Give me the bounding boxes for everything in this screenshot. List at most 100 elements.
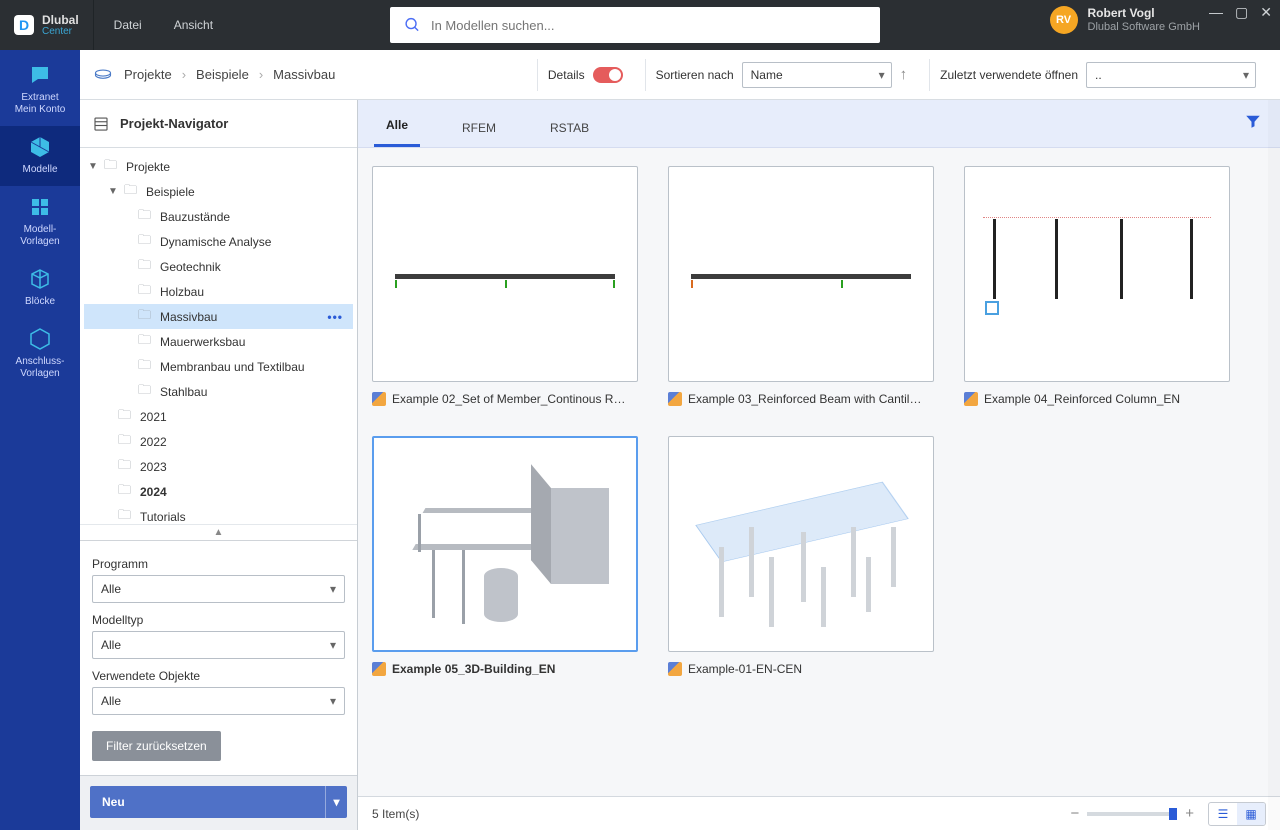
user-box[interactable]: RV Robert Vogl Dlubal Software GmbH [1050,6,1201,34]
connection-icon [24,326,56,352]
model-card[interactable]: Example 04_Reinforced Column_EN [964,166,1230,406]
model-cards-area[interactable]: Example 02_Set of Member_Continous Rein.… [358,148,1280,796]
navigator-icon [92,115,110,133]
details-toggle-section: Details [537,59,633,91]
menu-file[interactable]: Datei [114,18,142,32]
zoom-in-button[interactable]: + [1185,805,1194,822]
new-button-dropdown[interactable]: ▾ [325,786,347,818]
model-thumbnail [372,166,638,382]
tree-node-stahlbau[interactable]: 🗀Stahlbau [84,379,353,404]
tree-node-holzbau[interactable]: 🗀Holzbau [84,279,353,304]
project-tree[interactable]: ▼🗀Projekte ▼🗀Beispiele 🗀Bauzustände 🗀Dyn… [80,148,357,524]
crumb-projekte[interactable]: Projekte [124,67,172,82]
model-title: Example-01-EN-CEN [688,662,802,676]
model-icon [668,662,682,676]
reset-filters-button[interactable]: Filter zurücksetzen [92,731,221,761]
user-company: Dlubal Software GmbH [1088,20,1201,34]
chevron-right-icon: › [259,67,263,82]
menu-view[interactable]: Ansicht [174,18,213,32]
navigator-title: Projekt-Navigator [120,116,228,131]
tree-node-geotechnik[interactable]: 🗀Geotechnik [84,254,353,279]
minimize-icon[interactable]: — [1209,4,1223,21]
navigator-footer: Neu ▾ [80,775,357,830]
recent-dropdown[interactable]: .. [1086,62,1256,88]
details-toggle[interactable] [593,67,623,83]
filter-program-label: Programm [92,557,345,571]
tree-node-projekte[interactable]: ▼🗀Projekte [84,154,353,179]
model-icon [372,662,386,676]
model-card[interactable]: Example 03_Reinforced Beam with Cantilev… [668,166,934,406]
model-icon [668,392,682,406]
rail-model-templates[interactable]: Modell- Vorlagen [0,186,80,258]
rail-models[interactable]: Modelle [0,126,80,186]
tree-node-massivbau[interactable]: 🗀Massivbau••• [84,304,353,329]
templates-icon [24,194,56,220]
view-mode-toggle: ☰ ▦ [1208,802,1266,826]
chevron-right-icon: › [182,67,186,82]
tab-rstab[interactable]: RSTAB [538,121,601,147]
tree-node-beispiele[interactable]: ▼🗀Beispiele [84,179,353,204]
toolbar: Projekte › Beispiele › Massivbau Details… [80,50,1280,100]
filter-modeltype-select[interactable]: Alle [92,631,345,659]
avatar: RV [1050,6,1078,34]
tree-node-membranbau[interactable]: 🗀Membranbau und Textilbau [84,354,353,379]
crumb-beispiele[interactable]: Beispiele [196,67,249,82]
model-card[interactable]: Example-01-EN-CEN [668,436,934,676]
rail-connection-templates[interactable]: Anschluss- Vorlagen [0,318,80,390]
titlebar: D Dlubal Center Datei Ansicht RV Robert … [0,0,1280,50]
recent-section: Zuletzt verwendete öffnen .. [929,59,1266,91]
model-icon [964,392,978,406]
rail-blocks[interactable]: Blöcke [0,258,80,318]
model-card[interactable]: Example 05_3D-Building_EN [372,436,638,676]
model-thumbnail [372,436,638,652]
tree-node-2024[interactable]: 🗀2024 [84,479,353,504]
maximize-icon[interactable]: ▢ [1235,4,1248,21]
dlubal-logo-icon: D [14,15,34,35]
project-navigator-panel: Projekt-Navigator ▼🗀Projekte ▼🗀Beispiele… [80,100,358,830]
view-list-button[interactable]: ☰ [1209,803,1237,825]
tree-node-bauzustaende[interactable]: 🗀Bauzustände [84,204,353,229]
navigator-header: Projekt-Navigator [80,100,357,148]
filter-objects-label: Verwendete Objekte [92,669,345,683]
filter-program-select[interactable]: Alle [92,575,345,603]
search-box[interactable] [390,7,880,43]
model-title: Example 05_3D-Building_EN [392,662,555,676]
details-label: Details [548,68,585,82]
sort-dropdown[interactable]: Name [742,62,892,88]
tree-collapse-button[interactable]: ▲ [80,524,357,540]
brand-main: Dlubal [42,14,79,26]
item-count: 5 Item(s) [372,807,419,821]
filters-panel: Programm Alle Modelltyp Alle Verwendete … [80,540,357,775]
main-menu: Datei Ansicht [94,18,213,32]
view-grid-button[interactable]: ▦ [1237,803,1265,825]
crumb-massivbau[interactable]: Massivbau [273,67,335,82]
filter-icon[interactable] [1244,112,1262,133]
filter-objects-select[interactable]: Alle [92,687,345,715]
zoom-slider[interactable] [1087,812,1177,816]
rail-extranet[interactable]: Extranet Mein Konto [0,54,80,126]
tab-alle[interactable]: Alle [374,118,420,147]
tree-node-tutorials[interactable]: 🗀Tutorials [84,504,353,524]
scrollbar[interactable] [1268,148,1280,796]
model-title: Example 02_Set of Member_Continous Rein.… [392,392,628,406]
brand-sub: Center [42,26,79,37]
sort-label: Sortieren nach [656,68,734,82]
tree-node-dynamische[interactable]: 🗀Dynamische Analyse [84,229,353,254]
tree-node-2023[interactable]: 🗀2023 [84,454,353,479]
user-name: Robert Vogl [1088,6,1201,20]
tree-node-2021[interactable]: 🗀2021 [84,404,353,429]
model-icon [372,392,386,406]
new-button[interactable]: Neu ▾ [90,786,347,818]
left-rail: Extranet Mein Konto Modelle Modell- Vorl… [0,50,80,830]
speech-icon [24,62,56,88]
sort-direction-button[interactable]: ↑ [900,66,908,83]
close-icon[interactable]: ✕ [1260,4,1272,21]
tree-node-mauerwerksbau[interactable]: 🗀Mauerwerksbau [84,329,353,354]
window-controls: — ▢ ✕ [1209,4,1272,21]
zoom-out-button[interactable]: − [1070,805,1079,822]
tab-rfem[interactable]: RFEM [450,121,508,147]
model-card[interactable]: Example 02_Set of Member_Continous Rein.… [372,166,638,406]
tree-node-2022[interactable]: 🗀2022 [84,429,353,454]
search-input[interactable] [431,18,866,33]
more-icon[interactable]: ••• [327,310,343,324]
